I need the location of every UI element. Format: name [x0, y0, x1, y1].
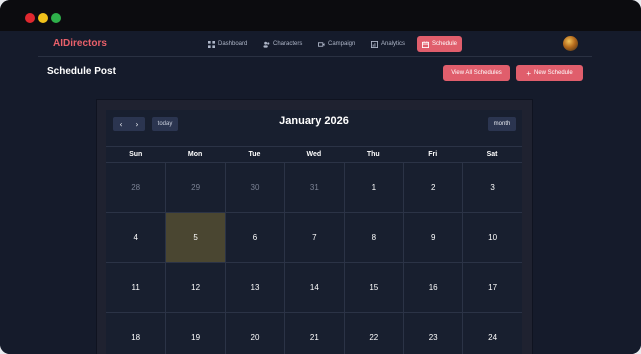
- app-content: AIDirectors Dashboard Characters Campaig…: [0, 31, 641, 354]
- calendar: ‹ › today January 2026 month Sun Mon Tue…: [106, 110, 522, 354]
- nav-campaign[interactable]: Campaign: [318, 36, 355, 52]
- calendar-day[interactable]: 17: [462, 263, 521, 312]
- weekday-sun: Sun: [129, 151, 143, 158]
- calendar-day[interactable]: 28: [106, 163, 165, 212]
- calendar-toolbar: ‹ › today January 2026 month: [106, 110, 522, 146]
- calendar-day[interactable]: 1: [343, 163, 403, 212]
- calendar-card: ‹ › today January 2026 month Sun Mon Tue…: [97, 100, 532, 354]
- users-icon: [263, 41, 270, 48]
- weekday-sat: Sat: [486, 151, 498, 158]
- calendar-day[interactable]: 29: [165, 163, 224, 212]
- nav-characters-label: Characters: [273, 41, 303, 47]
- chart-icon: [371, 40, 378, 48]
- calendar-day-today[interactable]: 5: [165, 213, 225, 262]
- page-title: Schedule Post: [47, 66, 116, 77]
- nav-campaign-label: Campaign: [328, 41, 356, 47]
- calendar-day[interactable]: 14: [284, 263, 343, 312]
- calendar-day[interactable]: 19: [165, 313, 224, 354]
- nav-characters[interactable]: Characters: [263, 36, 302, 52]
- weekday-fri: Fri: [428, 151, 438, 158]
- minimize-window-button[interactable]: [38, 13, 48, 23]
- calendar-day[interactable]: 15: [343, 263, 403, 312]
- calendar-day[interactable]: 20: [224, 313, 284, 354]
- calendar-day[interactable]: 4: [106, 213, 165, 262]
- calendar-day[interactable]: 21: [284, 313, 343, 354]
- weekday-wed: Wed: [306, 151, 322, 158]
- calendar-grid: Sun Mon Tue Wed Thu Fri Sat 28 29 30 31 …: [106, 146, 522, 354]
- app-window: AIDirectors Dashboard Characters Campaig…: [0, 0, 641, 354]
- calendar-day[interactable]: 7: [284, 213, 343, 262]
- calendar-day[interactable]: 23: [403, 313, 462, 354]
- calendar-day[interactable]: 31: [284, 163, 343, 212]
- calendar-day[interactable]: 12: [165, 263, 224, 312]
- calendar-day[interactable]: 30: [224, 163, 284, 212]
- calendar-month-title: January 2026: [279, 115, 349, 127]
- calendar-week: 18 19 20 21 22 23 24: [106, 312, 522, 354]
- month-view-label: month: [493, 121, 511, 127]
- calendar-week: 4 5 6 7 8 9 10: [106, 212, 522, 262]
- window-titlebar: [0, 0, 641, 31]
- calendar-day[interactable]: 24: [462, 313, 521, 354]
- weekday-mon: Mon: [187, 151, 203, 158]
- nav-dashboard[interactable]: Dashboard: [208, 36, 247, 52]
- weekday-tue: Tue: [248, 151, 261, 158]
- calendar-day[interactable]: 11: [106, 263, 165, 312]
- page-header: Schedule Post View All Schedules + New S…: [0, 56, 641, 92]
- nav-schedule-label: Schedule: [432, 41, 458, 47]
- maximize-window-button[interactable]: [51, 13, 61, 23]
- nav-dashboard-label: Dashboard: [218, 41, 248, 47]
- calendar-day[interactable]: 6: [224, 213, 284, 262]
- calendar-day[interactable]: 9: [403, 213, 462, 262]
- calendar-day[interactable]: 8: [343, 213, 403, 262]
- user-avatar[interactable]: [563, 36, 578, 51]
- weekday-header-row: Sun Mon Tue Wed Thu Fri Sat: [106, 146, 522, 162]
- nav-analytics-label: Analytics: [381, 41, 406, 47]
- calendar-day[interactable]: 10: [462, 213, 521, 262]
- calendar-day[interactable]: 22: [343, 313, 403, 354]
- nav-schedule[interactable]: Schedule: [417, 36, 463, 52]
- calendar-day[interactable]: 18: [106, 313, 165, 354]
- month-view-button[interactable]: month: [488, 117, 516, 131]
- calendar-week: 28 29 30 31 1 2 3: [106, 162, 522, 212]
- calendar-week: 11 12 13 14 15 16 17: [106, 262, 522, 312]
- weekday-thu: Thu: [366, 151, 380, 158]
- grid-icon: [208, 40, 215, 48]
- calendar-day[interactable]: 3: [462, 163, 521, 212]
- plus-icon: +: [526, 68, 531, 78]
- calendar-icon: [422, 40, 429, 48]
- view-all-schedules-label: View All Schedules: [451, 70, 502, 76]
- calendar-day[interactable]: 16: [403, 263, 462, 312]
- brand-logo[interactable]: AIDirectors: [53, 38, 107, 49]
- nav-analytics[interactable]: Analytics: [371, 36, 405, 52]
- new-schedule-label: New Schedule: [533, 70, 573, 76]
- view-all-schedules-button[interactable]: View All Schedules: [443, 65, 510, 81]
- calendar-day[interactable]: 2: [403, 163, 462, 212]
- video-icon: [318, 41, 325, 47]
- close-window-button[interactable]: [25, 13, 35, 23]
- calendar-day[interactable]: 13: [224, 263, 284, 312]
- new-schedule-button[interactable]: + New Schedule: [516, 65, 583, 81]
- top-navigation: AIDirectors Dashboard Characters Campaig…: [38, 31, 592, 57]
